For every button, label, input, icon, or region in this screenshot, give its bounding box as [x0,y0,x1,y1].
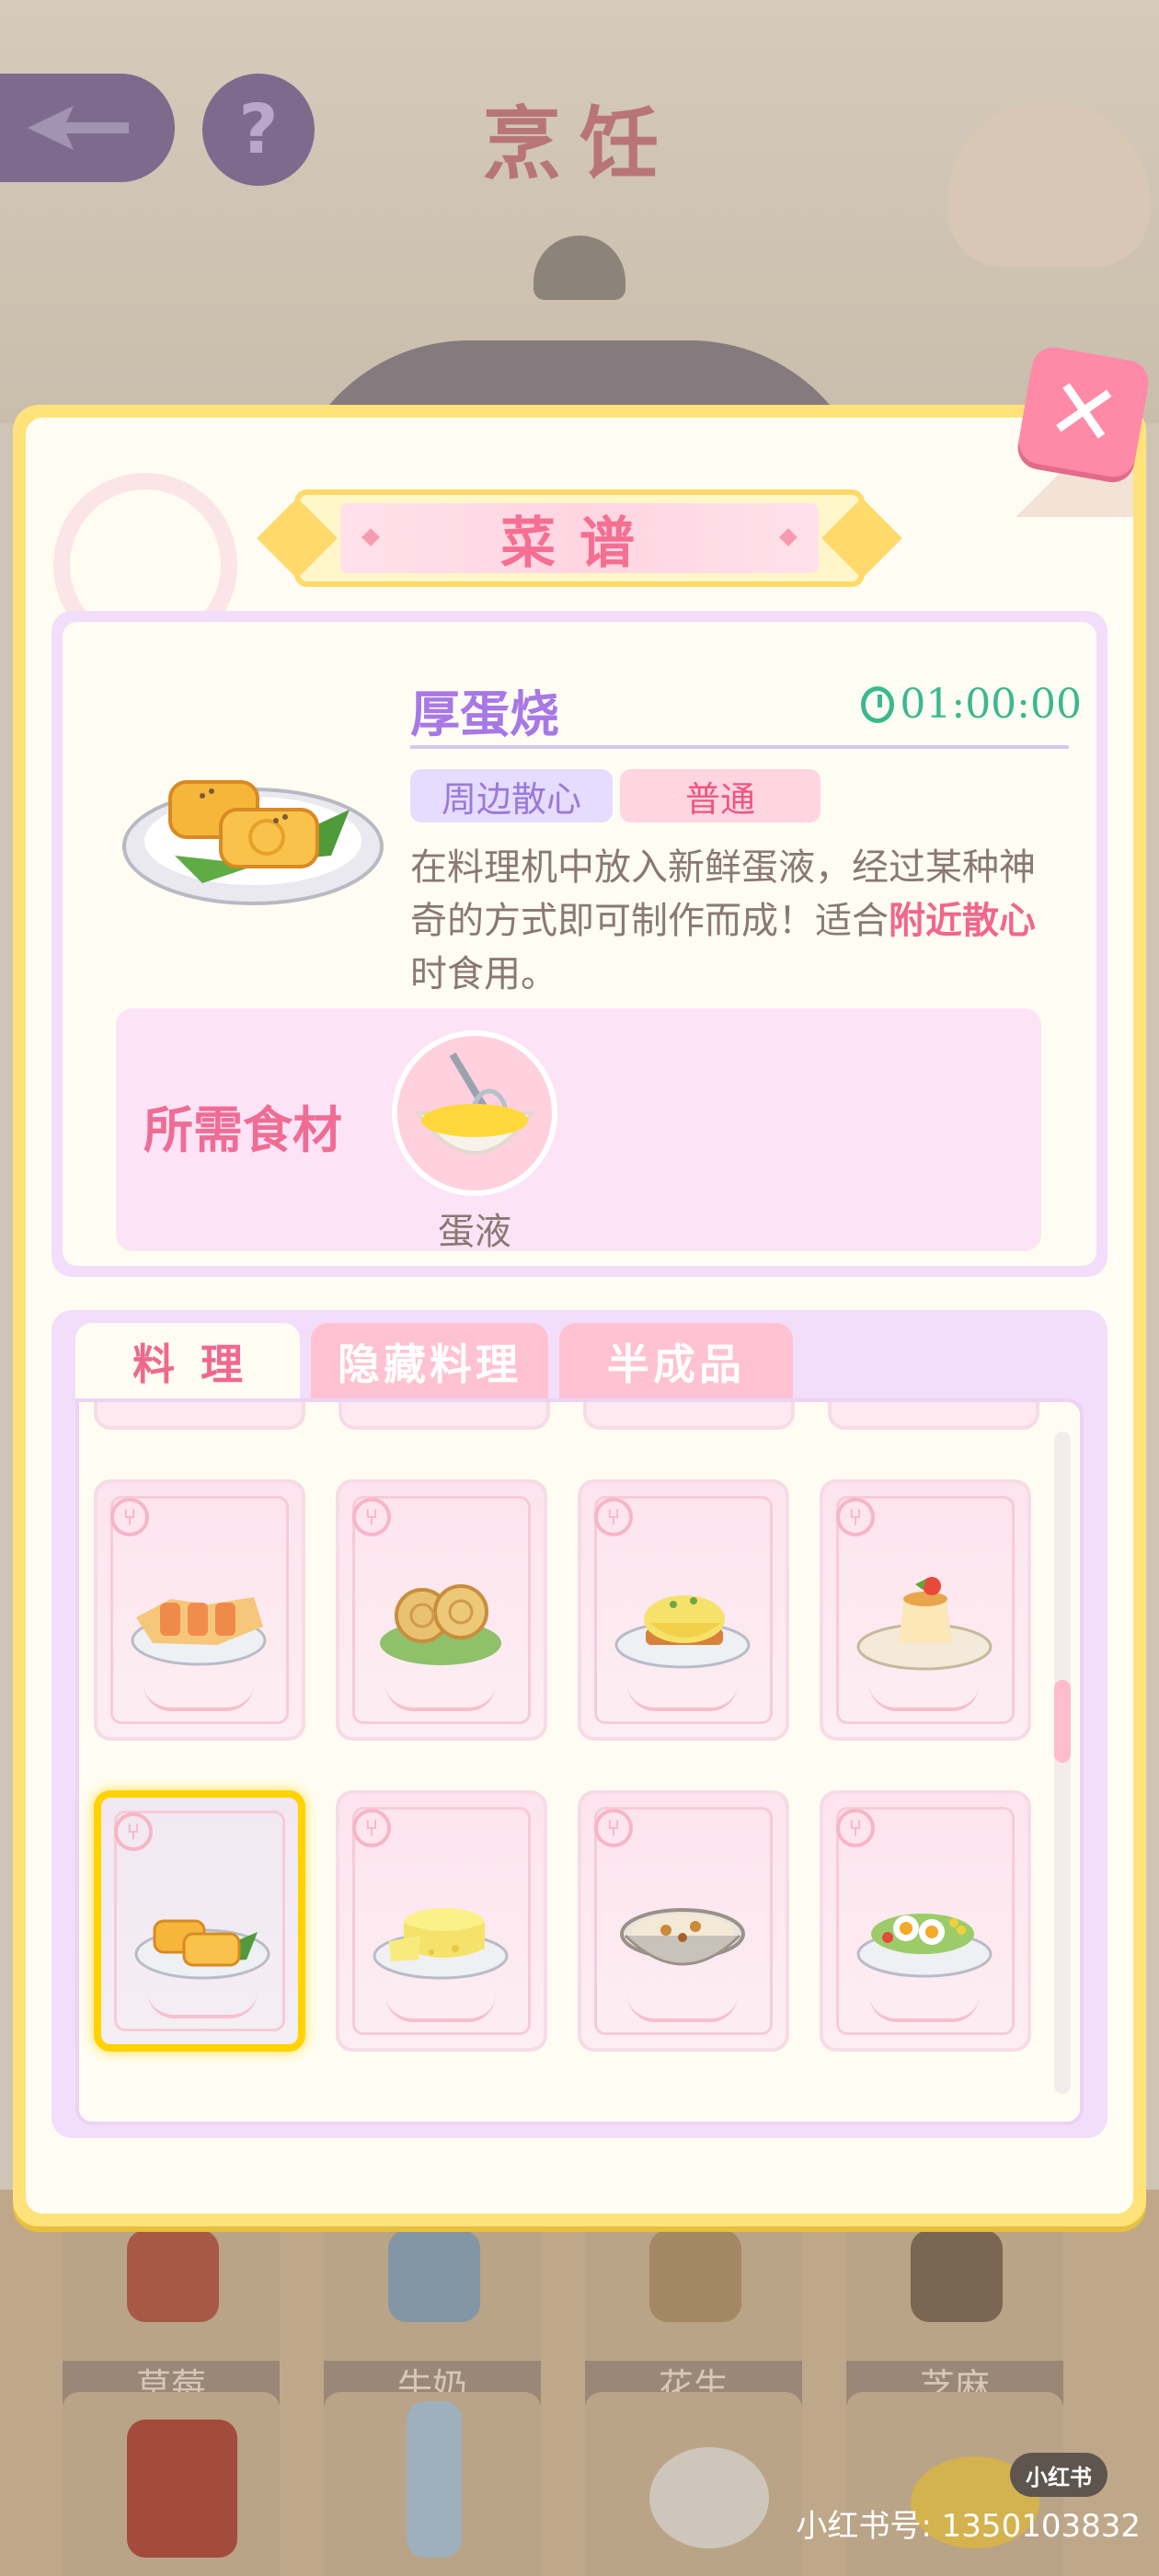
sesame-bag-icon [911,2230,1003,2322]
recipe-card[interactable] [339,1402,550,1430]
milk-carton-icon [388,2230,480,2322]
fork-spoon-icon: ⑂ [110,1498,149,1536]
cook-time-value: 01:00:00 [900,681,1082,728]
dish-detail-card: 厚蛋烧 01:00:00 周边散心 普通 在料理机中放入新鲜蛋液，经过某种神奇的… [63,622,1096,1266]
divider [410,745,1069,749]
recipe-card[interactable]: ⑂ [94,1479,305,1741]
ingredient-slot-sesame[interactable]: 芝麻 [846,2221,1063,2407]
description-highlight: 附近散心 [889,900,1036,942]
ingredient-slot-brown-sugar[interactable] [63,2392,280,2576]
fork-spoon-icon: ⑂ [594,1809,633,1847]
laurel-icon [627,1684,738,1711]
category-tag: 周边散心 [410,769,613,822]
veggie-rolls-icon [380,1584,501,1665]
recipe-card[interactable]: ⑂ [578,1479,789,1741]
tab-hidden-dishes[interactable]: 隐藏料理 [311,1323,548,1400]
laurel-icon [385,1684,496,1711]
required-ingredients-panel: 所需食材 蛋液 [116,1008,1041,1253]
close-button[interactable]: ✕ [1015,343,1153,481]
ingredient-slot-flour[interactable] [585,2392,802,2576]
laurel-icon [147,1991,258,2018]
egg-salad-icon [856,1914,993,1978]
tamagoyaki-icon [134,1919,270,1980]
fork-spoon-icon: ⑂ [594,1498,633,1536]
back-arrow-icon [28,106,129,150]
dish-description: 在料理机中放入新鲜蛋液，经过某种神奇的方式即可制作而成！适合附近散心时食用。 [410,841,1069,1001]
help-button[interactable]: ? [202,74,315,186]
recipe-card[interactable]: ⑂ [820,1479,1031,1741]
laurel-icon [143,1684,254,1711]
laurel-icon [869,1995,980,2022]
ingredient-slot-water[interactable] [324,2392,541,2576]
dough-stack-icon [649,2447,769,2548]
brown-sugar-bag-icon [127,2420,237,2558]
screen-title: 烹饪 [482,98,677,190]
laurel-icon [385,1995,496,2022]
watermark-text: 小红书号: 1350103832 [796,2508,1141,2545]
tab-dishes[interactable]: 料理 [75,1323,300,1400]
soup-bowl-icon [620,1908,745,1966]
cook-time: 01:00:00 [861,681,1082,728]
egg-rolls-icon [131,1597,267,1666]
ingredient-row: 草莓 牛奶 花生 芝麻 [63,2221,1102,2407]
recipe-grid: ⑂ ⑂ ⑂ ⑂ ⑂ ⑂ ⑂ ⑂ [94,1479,1050,2052]
tab-semi-finished[interactable]: 半成品 [559,1323,793,1400]
watermark-badge: 小红书 [1010,2453,1107,2497]
previous-row-partial [94,1402,1039,1430]
fork-spoon-icon: ⑂ [836,1498,875,1536]
fork-spoon-icon: ⑂ [114,1812,153,1851]
ingredient-item[interactable]: 蛋液 [392,1030,557,1253]
ingredient-name: 蛋液 [438,1211,511,1253]
ingredient-row [63,2392,1102,2576]
recipe-card[interactable]: ⑂ [578,1790,789,2052]
back-button[interactable] [0,74,175,182]
recipe-card[interactable]: ⑂ [336,1790,547,2052]
recipe-card[interactable] [94,1402,305,1430]
clock-icon [861,685,895,723]
cheese-wheel-icon [373,1908,509,1980]
modal-title: 菜谱 [340,503,819,576]
strawberry-icon [127,2230,219,2322]
peanut-bag-icon [649,2230,741,2322]
eggs-benedict-icon [614,1595,751,1669]
recipe-card-selected[interactable]: ⑂ [94,1790,305,2052]
recipe-list-panel: 料理 隐藏料理 半成品 ⑂ ⑂ ⑂ ⑂ ⑂ ⑂ ⑂ ⑂ [52,1310,1107,2138]
dish-detail-panel: 厚蛋烧 01:00:00 周边散心 普通 在料理机中放入新鲜蛋液，经过某种神奇的… [52,611,1107,1277]
recipe-card[interactable] [828,1402,1039,1430]
scrollbar-thumb[interactable] [1054,1680,1071,1763]
ingredients-label: 所需食材 [143,1100,342,1159]
fork-spoon-icon: ⑂ [352,1498,391,1536]
ingredient-slot-milk[interactable]: 牛奶 [324,2221,541,2407]
dish-name: 厚蛋烧 [410,684,559,743]
fork-spoon-icon: ⑂ [352,1809,391,1847]
recipe-card[interactable]: ⑂ [820,1790,1031,2052]
water-bottle-icon [407,2401,462,2558]
fork-spoon-icon: ⑂ [836,1809,875,1847]
rarity-tag: 普通 [620,769,820,822]
ingredient-slot-strawberry[interactable]: 草莓 [63,2221,280,2407]
ingredient-slot-peanut[interactable]: 花生 [585,2221,802,2407]
recipe-grid-panel[interactable]: ⑂ ⑂ ⑂ ⑂ ⑂ ⑂ ⑂ ⑂ [75,1398,1084,2125]
recipe-scrollbar[interactable] [1054,1432,1071,2094]
recipe-card[interactable] [583,1402,795,1430]
laurel-icon [627,1995,738,2022]
recipe-card[interactable]: ⑂ [336,1479,547,1741]
close-icon: ✕ [1039,357,1128,467]
diamond-icon [779,528,798,546]
modal-title-banner: 菜谱 [294,489,865,587]
question-mark-icon: ? [238,90,279,169]
diamond-icon [361,528,380,546]
tamagoyaki-icon [122,780,384,905]
modal-title-text: 菜谱 [500,511,659,576]
recipe-tabs: 料理 隐藏料理 半成品 [75,1323,793,1400]
pudding-icon [856,1577,993,1671]
description-text: 时食用。 [410,953,557,995]
egg-liquid-bowl-icon [392,1030,557,1196]
laurel-icon [869,1684,980,1711]
